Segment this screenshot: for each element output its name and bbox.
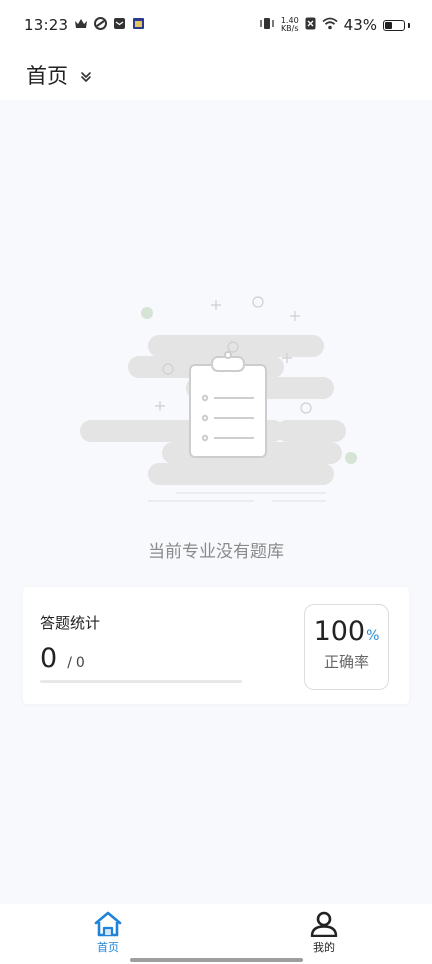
app-icon (94, 16, 108, 34)
message-icon (113, 16, 126, 34)
crown-icon (74, 16, 88, 34)
battery-fill (385, 21, 392, 29)
tab-home-label: 首页 (97, 941, 119, 954)
home-icon (94, 911, 122, 937)
status-bar: 13:23 1.40 KB/s 43% (0, 0, 432, 50)
accuracy-unit: % (366, 628, 380, 644)
stats-title: 答题统计 (40, 614, 101, 632)
battery-icon (383, 19, 410, 31)
wifi-icon (322, 16, 338, 34)
accuracy-box: 100% 正确率 (304, 604, 389, 690)
network-speed: 1.40 KB/s (281, 17, 299, 33)
battery-percent: 43% (343, 16, 377, 34)
accuracy-display: 100% (305, 616, 388, 647)
speed-unit: KB/s (280, 24, 299, 33)
no-sim-icon (305, 16, 316, 34)
page-title[interactable]: 首页 (26, 60, 68, 90)
answer-count: 0 / 0 (40, 643, 85, 674)
tab-mine-label: 我的 (313, 941, 335, 954)
status-bar-right: 1.40 KB/s 43% (259, 16, 410, 34)
count-separator: / (67, 655, 72, 671)
clipboard-icon (189, 351, 267, 458)
battery-cap (408, 22, 410, 28)
bottom-tab-bar: 首页 我的 (0, 904, 432, 964)
app-header: 首页 (0, 50, 432, 100)
double-chevron-down-icon[interactable] (80, 68, 92, 87)
home-indicator[interactable] (130, 958, 303, 962)
status-bar-left: 13:23 (24, 16, 145, 34)
empty-state-message: 当前专业没有题库 (148, 542, 284, 562)
user-icon (310, 911, 338, 937)
accuracy-label: 正确率 (323, 653, 369, 671)
empty-state-illustration (76, 290, 366, 510)
total-count: 0 (75, 655, 85, 671)
status-time: 13:23 (24, 16, 69, 34)
tab-home[interactable]: 首页 (68, 904, 148, 964)
answered-count: 0 (40, 643, 58, 674)
answer-stats-card: 答题统计 0 / 0 100% 正确率 (23, 587, 409, 704)
answer-progress-bar (40, 680, 242, 683)
tab-mine[interactable]: 我的 (284, 904, 364, 964)
accuracy-value: 100 (313, 616, 366, 647)
calendar-icon (132, 16, 145, 34)
battery-body (383, 19, 405, 31)
vibrate-icon (259, 16, 275, 34)
